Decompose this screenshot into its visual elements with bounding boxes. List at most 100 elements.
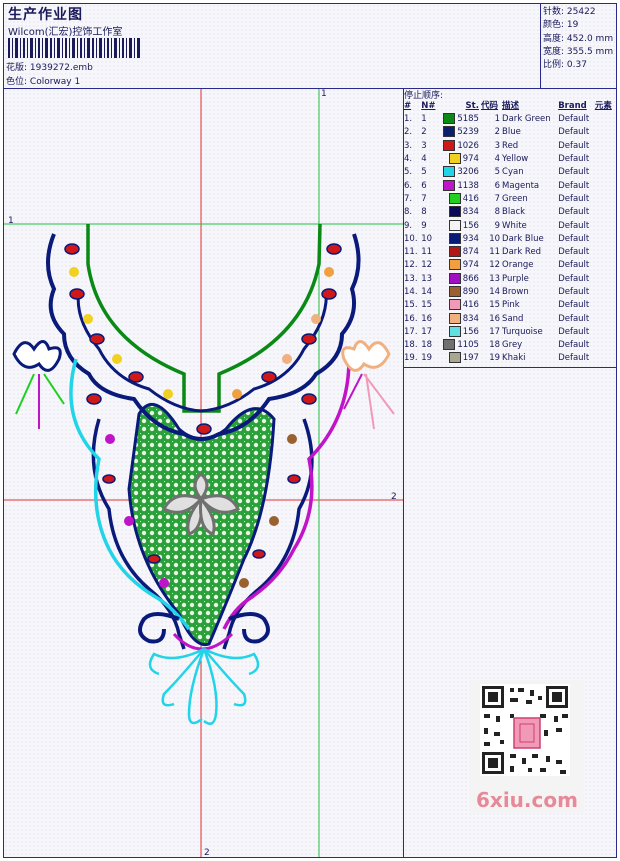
row-description: Brown [502,287,529,297]
colorway-label: 色位: [6,77,28,87]
color-stop-row: 15. 15 416 15 Pink Default [403,299,615,312]
color-stop-row: 12. 12 974 12 Orange Default [403,259,615,272]
row-needle: 15 [421,300,433,311]
table-bottom-divider [403,367,617,368]
row-needle: 6 [421,180,427,191]
row-brand: Default [558,167,590,178]
guide-marker-h2: 2 [391,492,397,502]
row-stitch-count: 5239 [457,127,479,138]
stats-block: 针数: 25422 颜色: 19 高度: 452.0 mm 宽度: 355.5 … [543,6,613,72]
row-needle: 5 [421,167,427,178]
row-element [594,219,615,232]
color-stop-row: 6. 6 1138 6 Magenta Default [403,179,615,192]
row-stitches: 974 [438,153,480,166]
color-swatch [448,206,461,218]
color-stop-row: 8. 8 834 8 Black Default [403,206,615,219]
row-index: 17. [404,326,418,337]
row-description: Khaki [502,353,526,364]
row-brand: Default [558,300,590,311]
row-index: 12. [404,260,418,271]
row-brand: Default [558,220,590,231]
row-stitches: 1138 [438,179,480,192]
color-swatch [448,286,461,297]
row-element [594,352,615,365]
row-stitch-count: 834 [462,207,479,218]
col-header: 代码 [480,101,498,111]
row-brand: Default [558,193,590,204]
row-stitches: 5239 [438,126,480,139]
qr-code [480,684,570,776]
row-needle: 3 [421,140,427,151]
row-stitch-count: 416 [462,193,479,204]
left-side-flower [12,340,65,429]
color-stop-row: 2. 2 5239 2 Blue Default [403,126,615,139]
col-header: Brand [558,101,587,111]
row-stitches: 874 [438,246,480,259]
row-brand: Default [558,287,590,297]
row-brand: Default [558,260,590,271]
row-brand: Default [558,114,590,125]
row-stitch-count: 197 [462,353,479,364]
watermark-text: 6xiu.com [476,788,578,812]
color-swatch [448,153,461,165]
color-stop-row: 5. 5 3206 5 Cyan Default [403,166,615,179]
row-element [594,286,615,299]
stat-label: 高度: [543,33,565,44]
qr-center-stamp [513,717,541,749]
row-code: 18 [489,340,501,351]
barcode [8,38,140,58]
row-stitches: 416 [438,299,480,312]
row-needle: 9 [421,220,427,231]
stat-colors: 颜色: 19 [543,19,613,32]
color-stop-row: 4. 4 974 4 Yellow Default [403,153,615,166]
row-code: 4 [494,154,501,165]
color-swatch [448,272,461,284]
color-stop-row: 13. 13 866 13 Purple Default [403,272,615,286]
row-code: 1 [494,114,501,125]
row-needle: 17 [421,326,433,337]
row-element [594,140,615,153]
color-swatch [448,259,461,271]
stat-height: 高度: 452.0 mm [543,33,613,46]
row-index: 7. [404,193,413,204]
row-stitch-count: 1138 [457,180,479,191]
color-stop-row: 1. 1 5185 1 Dark Green Default [403,113,615,126]
row-element [594,126,615,139]
row-code: 11 [489,247,501,258]
row-index: 11. [404,247,418,258]
colorway: 色位: Colorway 1 [6,74,80,87]
colorway-value: Colorway 1 [29,77,81,87]
guide-marker-v2: 2 [204,848,210,858]
row-stitches: 934 [438,232,480,246]
row-needle: 18 [421,340,433,351]
row-description: Green [502,193,528,204]
row-index: 15. [404,300,418,311]
row-code: 2 [494,127,501,138]
row-brand: Default [558,207,590,218]
row-needle: 7 [421,193,427,204]
row-stitch-count: 974 [462,260,479,271]
col-header: 元素 [594,101,612,111]
row-description: Cyan [502,167,524,178]
row-index: 8. [404,207,413,218]
sheet-title: 生产作业图 [8,7,83,23]
row-code: 3 [494,140,501,151]
row-element [594,193,615,206]
row-code: 10 [489,233,501,244]
stat-label: 比例: [543,60,565,71]
bottom-fan-cyan [148,647,260,726]
row-element [594,246,615,259]
stat-stitches: 针数: 25422 [543,6,613,19]
stat-label: 宽度: [543,46,565,57]
row-index: 10. [404,233,418,244]
row-needle: 13 [421,273,433,284]
row-stitch-count: 866 [462,273,479,284]
row-brand: Default [558,247,590,258]
row-index: 6. [404,180,413,191]
row-code: 15 [489,300,501,311]
row-index: 1. [404,114,413,125]
row-needle: 16 [421,313,433,324]
row-index: 16. [404,313,418,324]
stat-value: 452.0 mm [566,33,614,44]
design-file: 花版: 1939272.emb [6,60,93,73]
